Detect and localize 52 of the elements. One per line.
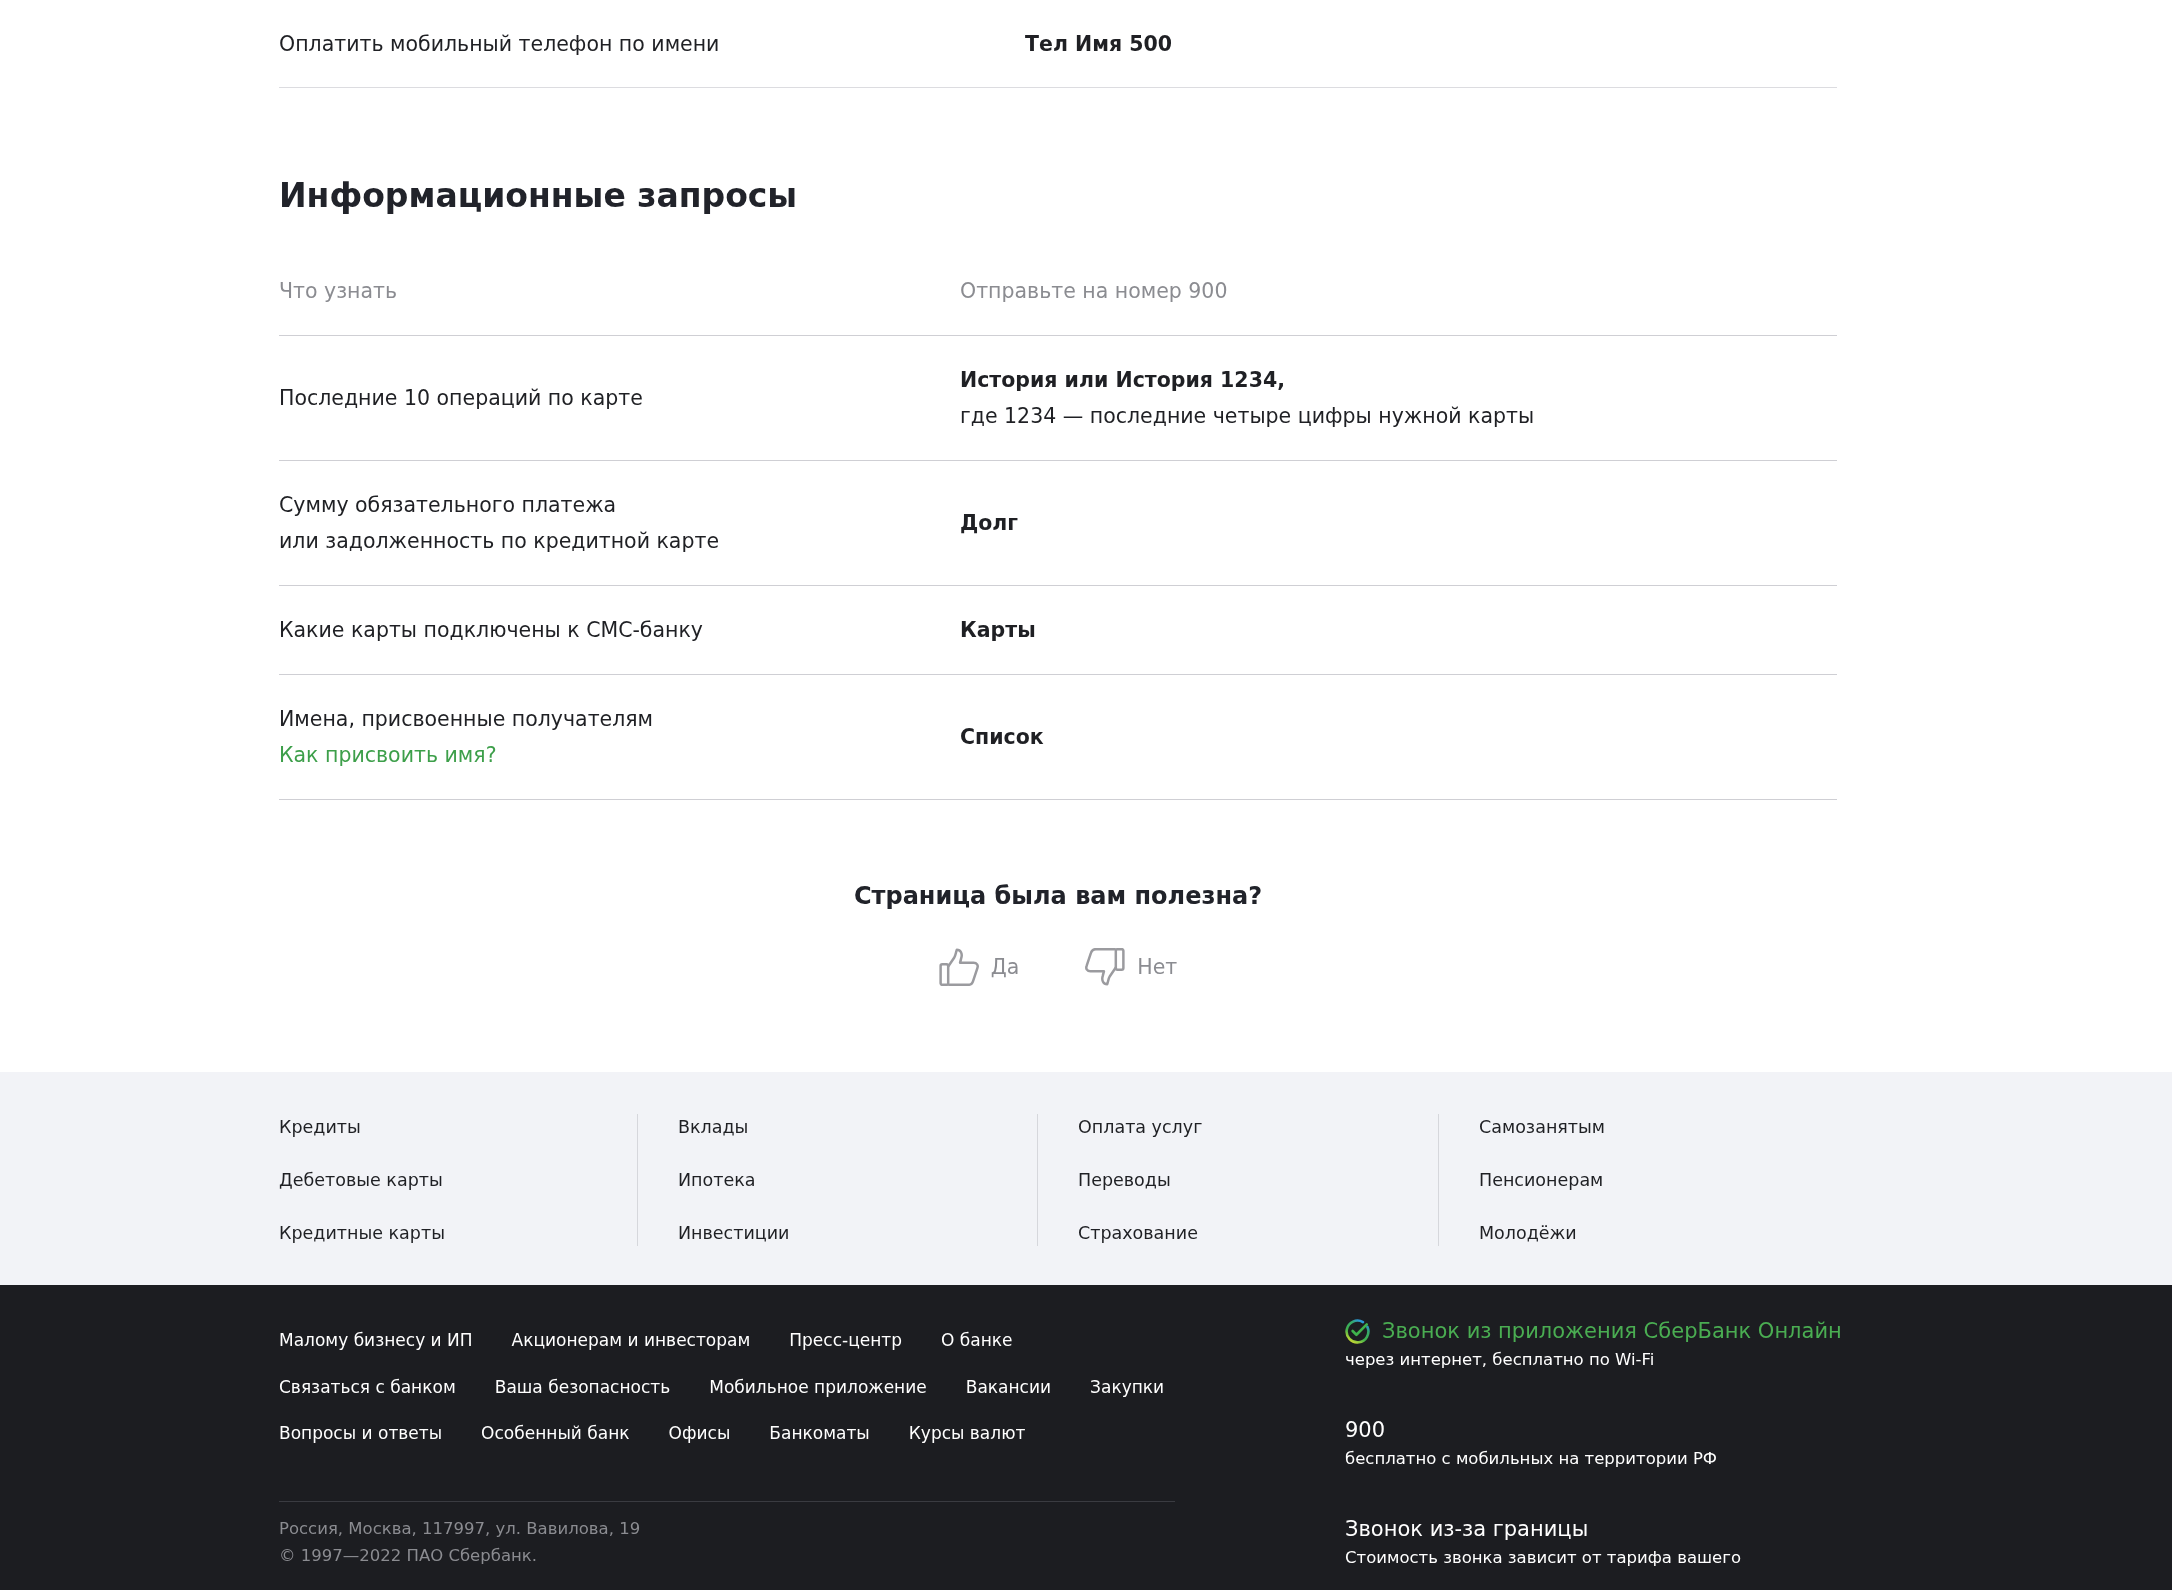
contact-subtitle: Стоимость звонка зависит от тарифа вашего [1345, 1547, 1742, 1569]
table-cell-text: Имена, присвоенные получателям [279, 706, 654, 733]
footer-link[interactable]: Вклады [678, 1114, 749, 1140]
contact-subtitle: через интернет, бесплатно по Wi-Fi [1345, 1349, 1655, 1371]
table-cell-text: Последние 10 операций по карте [279, 385, 643, 412]
footer-link[interactable]: Страхование [1078, 1220, 1198, 1246]
footer-link[interactable]: Малому бизнесу и ИП [279, 1327, 473, 1353]
footer-link[interactable]: Вакансии [965, 1373, 1052, 1400]
thumbs-down-icon [1085, 948, 1126, 986]
footer-link[interactable]: Кредитные карты [279, 1220, 445, 1246]
command-text: Список [960, 724, 1044, 751]
table-cell-text: Какие карты подключены к СМС-банку [279, 617, 703, 644]
footer-link[interactable]: Молодёжи [1479, 1220, 1577, 1246]
feedback-question: Страница была вам полезна? [853, 881, 1263, 912]
footer-link[interactable]: Оплата услуг [1078, 1114, 1203, 1140]
footer-link[interactable]: Переводы [1078, 1167, 1171, 1193]
footer-link[interactable]: Акционерам и инвесторам [511, 1327, 751, 1353]
footer-link[interactable]: Банкоматы [769, 1420, 870, 1446]
footer-link[interactable]: Пресс-центр [789, 1327, 902, 1353]
check-circle-icon [1345, 1319, 1370, 1344]
footer-link[interactable]: Связаться с банком [279, 1373, 456, 1400]
address-text: Россия, Москва, 117997, ул. Вавилова, 19 [279, 1517, 641, 1540]
footer-link[interactable]: Ипотека [678, 1167, 756, 1193]
footer-link[interactable]: Пенсионерам [1479, 1167, 1604, 1193]
footer-link[interactable]: Особенный банк [481, 1420, 630, 1446]
footer-link[interactable]: Самозанятым [1479, 1114, 1606, 1140]
footer-link[interactable]: Курсы валют [908, 1420, 1026, 1446]
footer-link[interactable]: Закупки [1090, 1373, 1165, 1400]
note-text: где 1234 — последние четыре цифры нужной карты [960, 403, 1535, 430]
footer-link[interactable]: Инвестиции [678, 1220, 790, 1246]
footer-link[interactable]: Офисы [668, 1420, 731, 1446]
footer-link[interactable]: Мобильное приложение [709, 1373, 927, 1400]
thumbs-up-icon [938, 948, 979, 986]
column-header: Что узнать [279, 278, 398, 305]
section-title: Информационные запросы [279, 175, 798, 217]
command-text: История или История 1234, [960, 367, 1285, 394]
footer-link[interactable]: О банке [941, 1327, 1013, 1353]
footer-link[interactable]: Дебетовые карты [279, 1167, 443, 1193]
app-call-link[interactable]: Звонок из приложения СберБанк Онлайн [1382, 1316, 1842, 1347]
footer-link[interactable]: Кредиты [279, 1114, 361, 1140]
command-text: Карты [960, 617, 1036, 644]
table-cell-text: Сумму обязательного платежа или задолженность по кредитной карте [279, 492, 719, 555]
copyright-text: © 1997—2022 ПАО Сбербанк. [279, 1544, 537, 1567]
contact-title: Звонок из-за границы [1345, 1516, 1589, 1543]
contact-subtitle: бесплатно с мобильных на территории РФ [1345, 1448, 1718, 1470]
footer-link[interactable]: Ваша безопасность [494, 1373, 671, 1400]
column-header: Отправьте на номер 900 [960, 278, 1228, 305]
footer-link[interactable]: Вопросы и ответы [279, 1420, 443, 1446]
table-cell-text: Тел Имя 500 [1025, 31, 1173, 58]
table-cell-text: Оплатить мобильный телефон по имени [279, 31, 720, 58]
command-text: Долг [960, 510, 1019, 537]
contact-title: 900 [1345, 1417, 1386, 1444]
